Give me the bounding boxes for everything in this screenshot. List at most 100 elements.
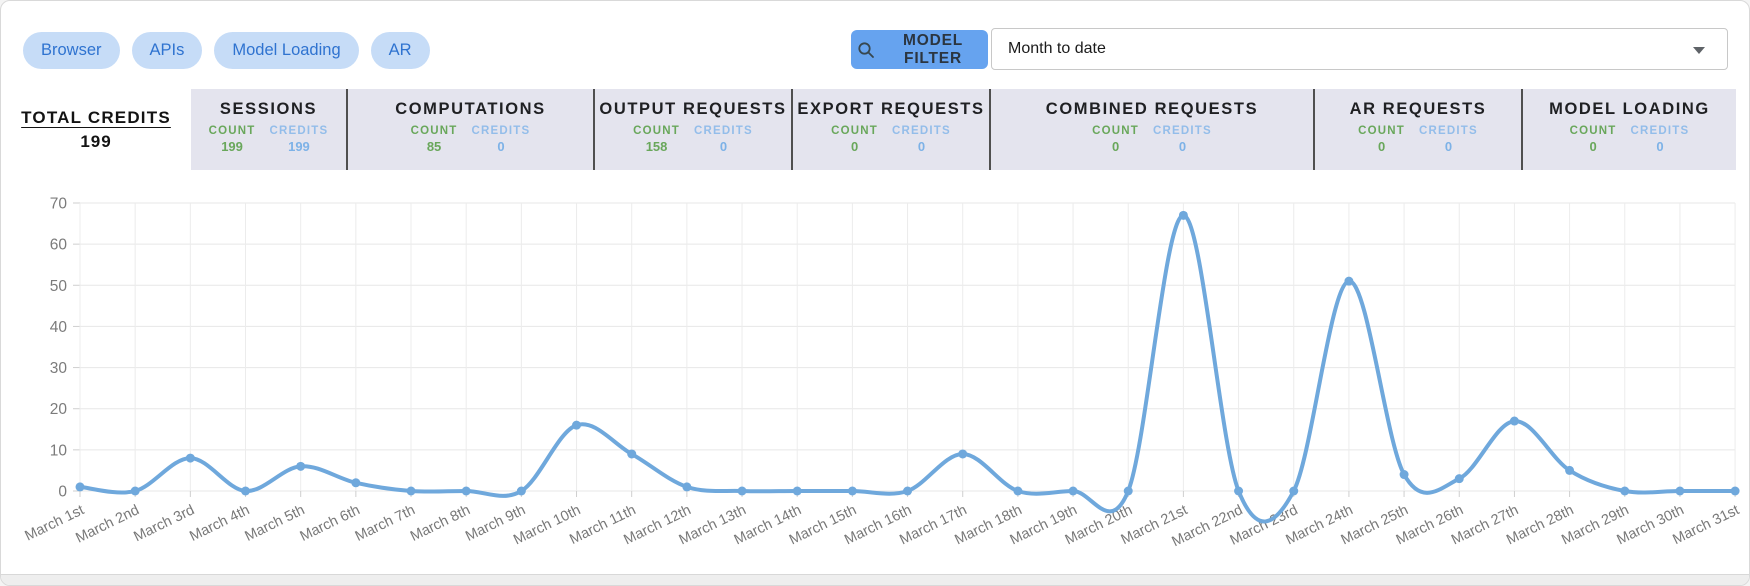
credits-value: 0 — [1445, 139, 1452, 154]
count-label: COUNT — [209, 125, 256, 137]
credits-value: 199 — [288, 139, 310, 154]
data-point-dot — [903, 487, 912, 496]
total-credits-value: 199 — [80, 132, 111, 152]
tab-output-requests[interactable]: OUTPUT REQUESTS COUNT158 CREDITS0 — [593, 89, 791, 170]
tab-computations[interactable]: COMPUTATIONS COUNT85 CREDITS0 — [346, 89, 593, 170]
data-point-dot — [241, 487, 250, 496]
credits-value: 0 — [497, 139, 504, 154]
credits-label: CREDITS — [472, 125, 531, 137]
data-point-dot — [1510, 417, 1519, 426]
y-tick-label: 50 — [50, 278, 68, 295]
y-tick-label: 60 — [50, 237, 68, 254]
data-point-dot — [738, 487, 747, 496]
pill-ar[interactable]: AR — [371, 32, 430, 69]
pill-browser[interactable]: Browser — [23, 32, 120, 69]
model-filter-button[interactable]: MODEL FILTER — [851, 30, 988, 69]
tab-title: AR REQUESTS — [1350, 100, 1487, 119]
data-point-dot — [1731, 487, 1740, 496]
data-point-dot — [958, 449, 967, 458]
tab-export-requests[interactable]: EXPORT REQUESTS COUNT 0 CREDITS 0 — [791, 89, 989, 170]
count-label: COUNT — [1358, 125, 1405, 137]
count-label: COUNT — [1570, 125, 1617, 137]
pill-apis[interactable]: APIs — [132, 32, 203, 69]
filter-pill-group: Browser APIs Model Loading AR — [23, 32, 430, 69]
data-point-dot — [186, 454, 195, 463]
total-credits-title: TOTAL CREDITS — [21, 108, 171, 128]
tab-sessions[interactable]: SESSIONS COUNT 199 CREDITS 199 — [191, 89, 346, 170]
credits-label: CREDITS — [892, 125, 951, 137]
x-tick-label: March 8th — [408, 502, 473, 545]
tab-title: MODEL LOADING — [1549, 100, 1710, 119]
tab-model-loading[interactable]: MODEL LOADING COUNT 0 CREDITS 0 — [1521, 89, 1736, 170]
data-point-dot — [1675, 487, 1684, 496]
tab-title: SESSIONS — [220, 100, 317, 119]
chevron-down-icon — [1693, 47, 1705, 54]
count-value: 199 — [221, 139, 243, 154]
data-point-dot — [76, 482, 85, 491]
data-point-dot — [1069, 487, 1078, 496]
count-label: COUNT — [633, 125, 680, 137]
count-value: 0 — [1112, 139, 1119, 154]
count-label: COUNT — [1092, 125, 1139, 137]
tab-title: COMBINED REQUESTS — [1046, 100, 1258, 119]
credits-label: CREDITS — [270, 125, 329, 137]
bottom-strip — [1, 574, 1749, 585]
count-value: 0 — [851, 139, 858, 154]
x-tick-label: March 4th — [187, 502, 252, 545]
y-tick-label: 30 — [50, 360, 68, 377]
x-tick-label: March 5th — [242, 502, 307, 545]
credits-value: 0 — [1179, 139, 1186, 154]
data-point-dot — [131, 487, 140, 496]
x-tick-label: March 7th — [353, 502, 418, 545]
count-value: 0 — [1589, 139, 1596, 154]
data-point-dot — [1565, 466, 1574, 475]
data-point-dot — [793, 487, 802, 496]
y-tick-label: 70 — [50, 196, 68, 213]
data-point-dot — [848, 487, 857, 496]
y-tick-label: 40 — [50, 319, 68, 336]
tab-total-credits[interactable]: TOTAL CREDITS 199 — [1, 89, 191, 170]
y-tick-label: 20 — [50, 401, 68, 418]
count-value: 85 — [427, 139, 441, 154]
data-point-dot — [407, 487, 416, 496]
usage-dashboard: Browser APIs Model Loading AR MODEL FILT… — [0, 0, 1750, 586]
tab-title: OUTPUT REQUESTS — [599, 100, 786, 119]
x-tick-label: March 3rd — [131, 502, 197, 545]
tab-title: COMPUTATIONS — [395, 100, 546, 119]
data-point-dot — [462, 487, 471, 496]
tab-title: EXPORT REQUESTS — [797, 100, 984, 119]
data-point-dot — [351, 478, 360, 487]
credits-label: CREDITS — [1419, 125, 1478, 137]
chart-svg: 010203040506070March 1stMarch 2ndMarch 3… — [1, 171, 1749, 575]
date-range-select[interactable]: Month to date — [991, 28, 1728, 70]
data-point-dot — [1455, 474, 1464, 483]
model-filter-label: MODEL FILTER — [884, 32, 982, 68]
data-point-dot — [517, 487, 526, 496]
data-point-dot — [682, 482, 691, 491]
data-point-dot — [1344, 277, 1353, 286]
data-point-dot — [1179, 211, 1188, 220]
data-point-dot — [1400, 470, 1409, 479]
data-point-dot — [1620, 487, 1629, 496]
tab-combined-requests[interactable]: COMBINED REQUESTS COUNT 0 CREDITS 0 — [989, 89, 1313, 170]
y-tick-label: 10 — [50, 442, 68, 459]
search-icon — [857, 41, 875, 59]
credits-label: CREDITS — [1153, 125, 1212, 137]
count-value: 0 — [1378, 139, 1385, 154]
count-value: 158 — [646, 139, 668, 154]
x-tick-label: March 6th — [298, 502, 363, 545]
data-point-dot — [1289, 487, 1298, 496]
credits-label: CREDITS — [1631, 125, 1690, 137]
x-tick-label: March 2nd — [73, 502, 142, 546]
credits-label: CREDITS — [694, 125, 753, 137]
credits-value: 0 — [918, 139, 925, 154]
data-point-dot — [1013, 487, 1022, 496]
count-label: COUNT — [831, 125, 878, 137]
pill-model-loading[interactable]: Model Loading — [214, 32, 358, 69]
credits-line-chart: 010203040506070March 1stMarch 2ndMarch 3… — [1, 171, 1749, 575]
stat-tab-row: SESSIONS COUNT 199 CREDITS 199 COMPUTATION… — [191, 89, 1736, 170]
date-range-value: Month to date — [1008, 40, 1106, 58]
tab-ar-requests[interactable]: AR REQUESTS COUNT 0 CREDITS 0 — [1313, 89, 1521, 170]
data-point-dot — [627, 449, 636, 458]
credits-value: 0 — [1656, 139, 1663, 154]
